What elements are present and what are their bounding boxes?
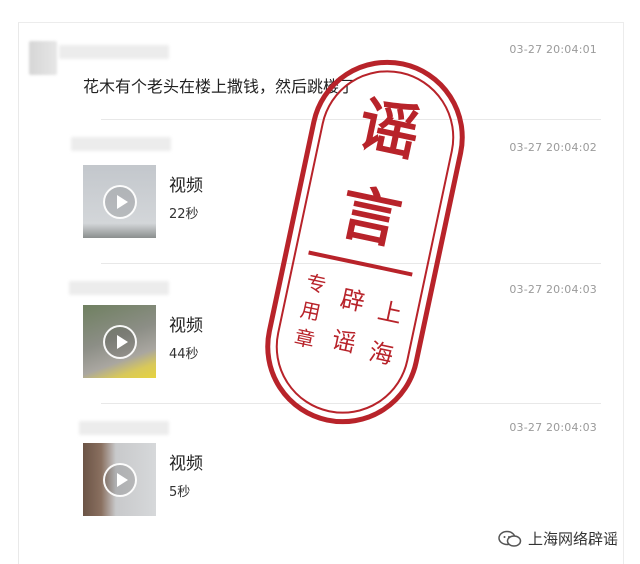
sender-name <box>71 137 171 151</box>
sender-name <box>79 421 169 435</box>
video-duration: 5秒 <box>169 485 191 500</box>
play-icon[interactable] <box>102 462 137 497</box>
wechat-icon <box>498 530 522 547</box>
message-time: 03-27 20:04:03 <box>509 283 597 296</box>
stamp-char: 谣 <box>329 326 358 358</box>
stamp-char: 用 <box>298 297 323 325</box>
video-duration: 22秒 <box>169 207 199 222</box>
video-label: 视频 <box>169 176 203 196</box>
video-duration: 44秒 <box>169 347 199 362</box>
account-watermark: 上海网络辟谣 <box>498 528 618 549</box>
account-name: 上海网络辟谣 <box>527 530 618 548</box>
sender-name <box>59 45 169 59</box>
stamp-char: 章 <box>292 325 317 353</box>
sender-name <box>69 281 169 295</box>
rumor-stamp: 谣 言 专 用 章 辟 谣 上 海 <box>265 59 465 425</box>
video-thumbnail[interactable] <box>83 165 156 238</box>
stamp-char: 辟 <box>338 284 367 316</box>
play-icon[interactable] <box>102 324 137 359</box>
stamp-char: 上 <box>375 297 404 329</box>
play-icon[interactable] <box>102 184 137 219</box>
stamp-divider <box>308 250 413 277</box>
stamp-char: 海 <box>366 338 395 370</box>
message-time: 03-27 20:04:01 <box>509 43 597 56</box>
message-time: 03-27 20:04:02 <box>509 141 597 154</box>
video-label: 视频 <box>169 454 203 474</box>
video-thumbnail[interactable] <box>83 443 156 516</box>
stamp-title-top: 谣 <box>352 89 425 170</box>
stamp-title-bottom: 言 <box>334 177 407 258</box>
video-label: 视频 <box>169 316 203 336</box>
message-time: 03-27 20:04:03 <box>509 421 597 434</box>
avatar <box>29 41 57 75</box>
stamp-char: 专 <box>304 270 329 298</box>
video-thumbnail[interactable] <box>83 305 156 378</box>
